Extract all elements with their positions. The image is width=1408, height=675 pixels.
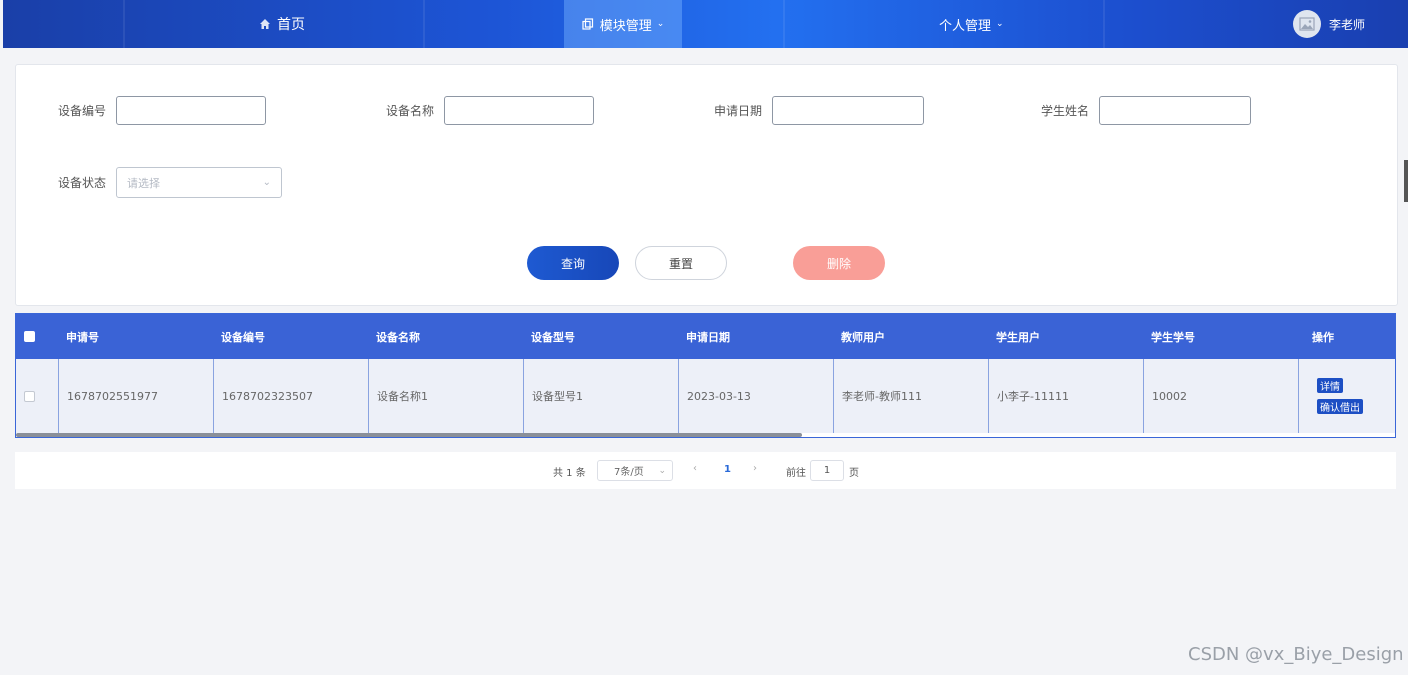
device-status-field: 设备状态 请选择 ⌄ [58,167,283,198]
device-status-label: 设备状态 [58,176,107,190]
table-header: 申请号 设备编号 设备名称 设备型号 申请日期 教师用户 学生用户 学生学号 操… [16,314,1395,359]
header-apply-date[interactable]: 申请日期 [678,314,833,359]
header-apply-no[interactable]: 申请号 [58,314,213,359]
next-page-icon[interactable]: › [753,463,757,474]
pagination: 共 1 条 7条/页 ⌄ ‹ 1 › 前往 1 页 [15,452,1396,489]
goto-page-input[interactable]: 1 [810,460,844,481]
header-teacher[interactable]: 教师用户 [833,314,988,359]
header-actions: 操作 [1312,330,1334,344]
header-device-model[interactable]: 设备型号 [523,314,678,359]
search-panel: 设备编号 设备名称 申请日期 学生姓名 设备状态 请选择 ⌄ 查询 重置 删除 [15,64,1398,306]
device-status-select[interactable]: 请选择 ⌄ [116,167,283,198]
page-size-select[interactable]: 7条/页 ⌄ [597,460,673,481]
cell-device-name: 设备名称1 [368,359,523,433]
goto-label: 前往 [786,468,806,479]
chevron-down-icon: ⌄ [658,465,666,476]
detail-button[interactable]: 详情 [1317,378,1343,393]
user-name: 李老师 [1329,17,1366,32]
page-number-current[interactable]: 1 [724,464,731,475]
device-name-input[interactable] [444,96,595,125]
select-all-checkbox[interactable] [24,331,35,342]
cell-student: 小李子-11111 [988,359,1143,433]
horizontal-scrollbar[interactable] [16,433,802,437]
cell-apply-date: 2023-03-13 [678,359,833,433]
device-no-input[interactable] [116,96,267,125]
home-icon [259,18,271,30]
student-name-field: 学生姓名 [1041,96,1252,125]
page-size-value: 7条/页 [614,467,644,478]
nav-personal-label: 个人管理 [939,18,992,34]
apply-date-field: 申请日期 [714,96,925,125]
cell-device-no: 1678702323507 [213,359,368,433]
data-table: 申请号 设备编号 设备名称 设备型号 申请日期 教师用户 学生用户 学生学号 操… [15,313,1396,438]
cell-teacher: 李老师-教师111 [833,359,988,433]
nav-module-management[interactable]: 模块管理 ⌄ [564,0,682,48]
user-menu[interactable]: 李老师 [1293,10,1365,38]
row-checkbox[interactable] [24,390,35,402]
student-name-input[interactable] [1099,96,1252,125]
header-device-name[interactable]: 设备名称 [368,314,523,359]
device-name-field: 设备名称 [386,96,595,125]
window-edge-scroll [1404,160,1408,202]
select-all-cell [16,314,58,359]
device-status-placeholder: 请选择 [127,176,161,190]
cell-actions: 详情 确认借出 [1298,359,1395,433]
prev-page-icon[interactable]: ‹ [693,463,697,474]
page-suffix: 页 [849,468,859,479]
cell-student-no: 10002 [1143,359,1298,433]
nav-home[interactable]: 首页 [259,0,305,48]
header-student[interactable]: 学生用户 [988,314,1143,359]
pagination-total: 共 1 条 [553,468,586,479]
chevron-down-icon: ⌄ [656,19,665,29]
chevron-down-icon: ⌄ [996,19,1004,29]
student-name-label: 学生姓名 [1041,104,1090,118]
nav-home-label: 首页 [277,17,305,33]
cell-apply-no: 1678702551977 [58,359,213,433]
nav-personal-management[interactable]: 个人管理 ⌄ [939,0,1004,48]
delete-button[interactable]: 删除 [793,246,885,280]
confirm-lend-button[interactable]: 确认借出 [1317,399,1363,414]
device-no-label: 设备编号 [58,104,107,118]
row-select-cell [16,359,58,433]
apply-date-label: 申请日期 [714,104,763,118]
top-nav-bar: 首页 模块管理 ⌄ 个人管理 ⌄ 李老师 [3,0,1408,48]
header-student-no[interactable]: 学生学号 [1143,314,1298,359]
apply-date-input[interactable] [772,96,925,125]
nav-module-label: 模块管理 [599,18,652,34]
reset-button[interactable]: 重置 [635,246,727,280]
query-button[interactable]: 查询 [527,246,619,280]
watermark: CSDN @vx_Biye_Design [1188,644,1404,665]
copy-icon [582,18,594,30]
avatar [1293,10,1321,38]
device-no-field: 设备编号 [58,96,267,125]
image-placeholder-icon [1299,17,1315,31]
table-row: 1678702551977 1678702323507 设备名称1 设备型号1 … [16,359,1395,433]
cell-device-model: 设备型号1 [523,359,678,433]
chevron-down-icon: ⌄ [262,177,272,188]
header-device-no[interactable]: 设备编号 [213,314,368,359]
device-name-label: 设备名称 [386,104,435,118]
